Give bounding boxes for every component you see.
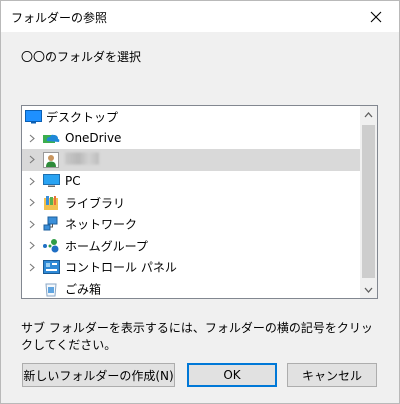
chevron-right-icon[interactable] [26,218,38,230]
control-panel-icon [42,259,60,275]
hint-text: サブ フォルダーを表示するには、フォルダーの横の記号をクリックしてください。 [21,321,373,352]
folder-tree-list: デスクトップ OneDrive PC ライブラリ ネットワーク ホームグループ … [22,106,361,298]
tree-item-desktop[interactable]: デスクトップ [22,106,361,128]
ok-button[interactable]: OK [187,363,277,387]
chevron-right-icon[interactable] [26,175,38,187]
tree-item-user[interactable] [22,149,361,171]
title-bar: フォルダーの参照 [1,1,399,32]
scroll-down-button[interactable] [360,281,377,298]
scroll-up-button[interactable] [360,106,377,123]
tree-item-label: ホームグループ [65,239,148,254]
new-folder-button[interactable]: 新しいフォルダーの作成(N) [22,363,175,387]
tree-item-label: ライブラリ [65,196,126,211]
close-button[interactable] [353,1,399,32]
folder-tree[interactable]: デスクトップ OneDrive PC ライブラリ ネットワーク ホームグループ … [21,105,378,299]
chevron-right-icon[interactable] [26,240,38,252]
tree-item-label: デスクトップ [46,110,119,125]
chevron-right-icon[interactable] [26,197,38,209]
tree-item-label: OneDrive [65,131,122,146]
recycle-bin-icon [42,281,60,297]
tree-item-homegroup[interactable]: ホームグループ [22,235,361,257]
close-icon [370,11,382,22]
tree-item-network[interactable]: ネットワーク [22,214,361,236]
cancel-button[interactable]: キャンセル [287,363,377,387]
tree-item-control-panel[interactable]: コントロール パネル [22,257,361,279]
library-icon [42,195,60,211]
chevron-right-icon[interactable] [26,154,38,166]
vertical-scrollbar[interactable] [360,106,377,298]
folder-browse-dialog: フォルダーの参照 〇〇のフォルダを選択 デスクトップ OneDrive PC ラ… [0,0,400,404]
chevron-up-icon [364,111,373,117]
pc-monitor-icon [42,173,60,189]
onedrive-cloud-icon [42,130,60,146]
tree-item-library[interactable]: ライブラリ [22,192,361,214]
user-icon [42,151,60,168]
tree-item-recycle-bin[interactable]: ごみ箱 [22,278,361,298]
chevron-down-icon [364,287,373,293]
tree-item-label: ごみ箱 [65,282,102,297]
tree-item-pc[interactable]: PC [22,171,361,193]
tree-item-label-blurred [65,152,99,167]
tree-item-label: ネットワーク [65,217,138,232]
tree-item-label: コントロール パネル [65,260,177,275]
chevron-right-icon[interactable] [26,261,38,273]
scroll-thumb[interactable] [362,125,375,278]
instruction-text: 〇〇のフォルダを選択 [21,50,142,64]
chevron-right-icon[interactable] [26,132,38,144]
homegroup-icon [42,238,60,254]
desktop-icon [24,109,42,125]
tree-item-label: PC [65,174,81,189]
window-title: フォルダーの参照 [11,11,108,25]
tree-item-onedrive[interactable]: OneDrive [22,128,361,150]
network-icon [42,216,60,232]
